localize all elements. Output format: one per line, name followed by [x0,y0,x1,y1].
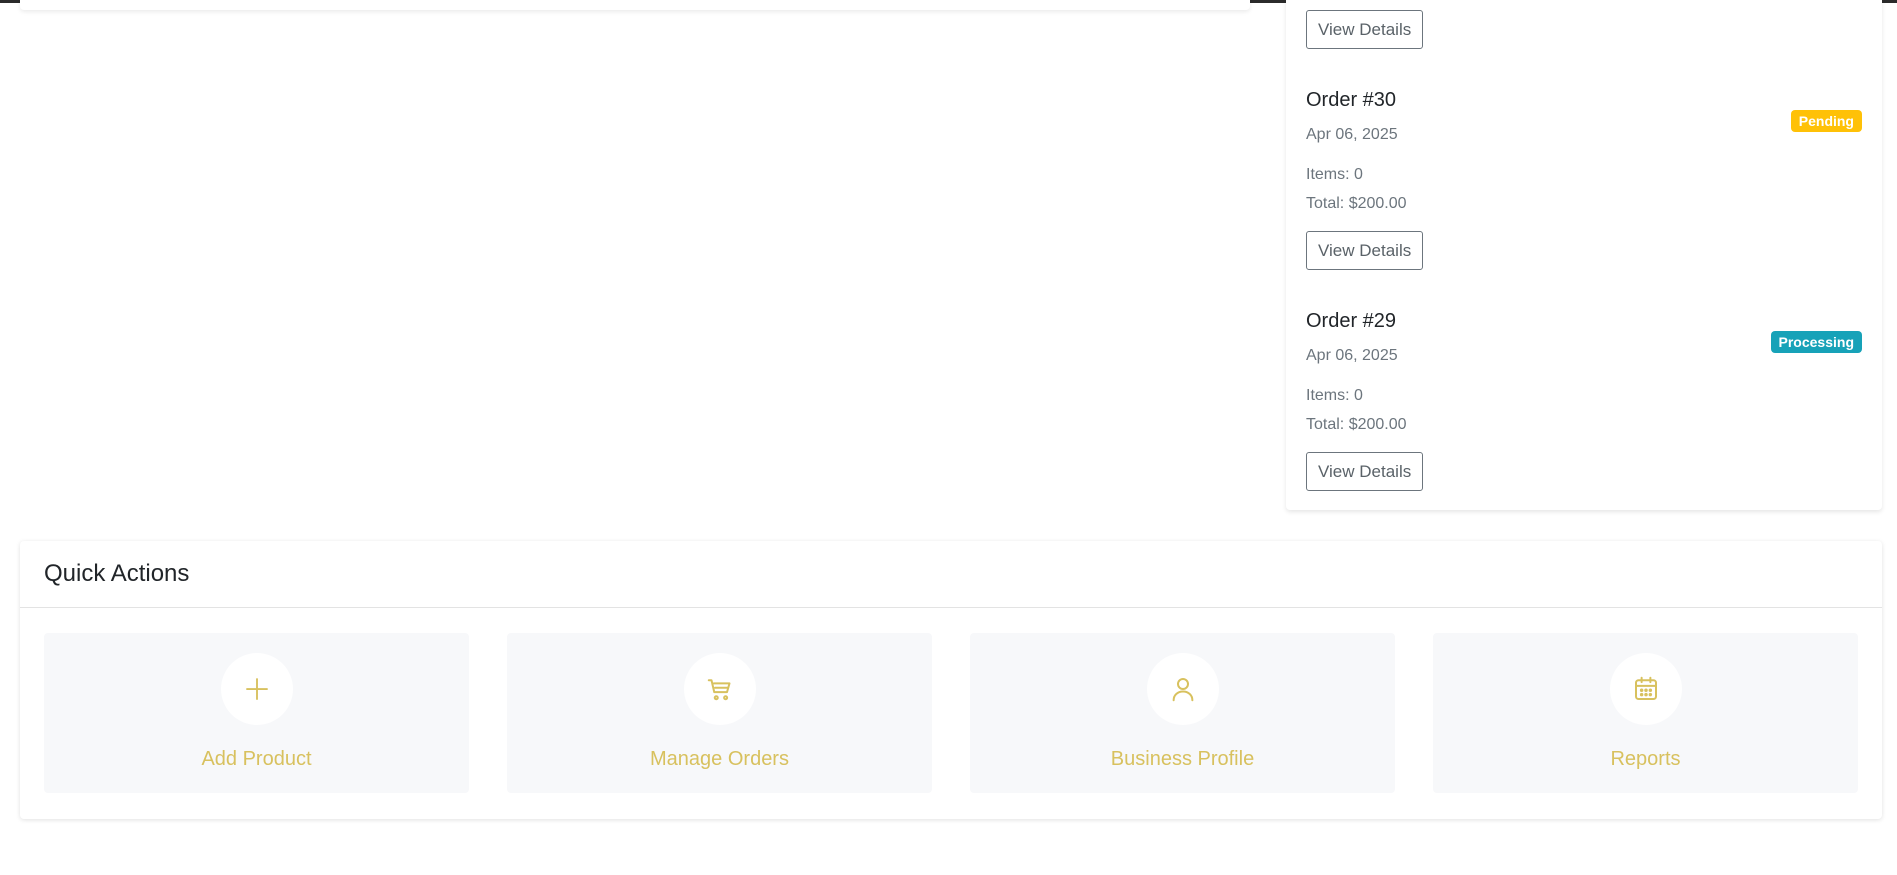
order-item: Order #30 Apr 06, 2025 Pending Items: 0 … [1306,88,1862,288]
action-label: Business Profile [1110,748,1255,770]
order-item: Order #29 Apr 06, 2025 Processing Items:… [1306,309,1862,509]
action-label: Add Product [201,748,312,770]
content-card [20,0,1250,10]
action-label: Manage Orders [650,748,789,770]
calendar-icon [1609,653,1682,725]
order-items-count: Items: 0 [1306,166,1363,183]
cart-icon [683,653,756,725]
quick-actions-card: Quick Actions Add Product Manage Orders … [20,541,1882,819]
order-date: Apr 06, 2025 [1306,347,1398,364]
recent-orders-card: View Details Order #30 Apr 06, 2025 Pend… [1286,0,1882,510]
order-total: Total: $200.00 [1306,416,1407,433]
reports-action[interactable]: Reports [1433,633,1858,793]
quick-actions-title: Quick Actions [20,541,1882,608]
view-details-button[interactable]: View Details [1306,452,1424,491]
user-icon [1146,653,1219,725]
order-total: Total: $200.00 [1306,195,1407,212]
add-product-action[interactable]: Add Product [44,633,469,793]
view-details-button[interactable]: View Details [1306,10,1424,49]
status-badge: Pending [1790,110,1862,132]
manage-orders-action[interactable]: Manage Orders [507,633,932,793]
quick-actions-grid: Add Product Manage Orders Business Profi… [44,633,1858,793]
business-profile-action[interactable]: Business Profile [970,633,1395,793]
status-badge: Processing [1770,331,1862,353]
order-items-count: Items: 0 [1306,387,1363,404]
order-title: Order #29 [1306,310,1397,332]
plus-icon [220,653,293,725]
view-details-button[interactable]: View Details [1306,231,1424,270]
order-title: Order #30 [1306,89,1397,111]
action-label: Reports [1610,748,1681,770]
order-date: Apr 06, 2025 [1306,126,1398,143]
